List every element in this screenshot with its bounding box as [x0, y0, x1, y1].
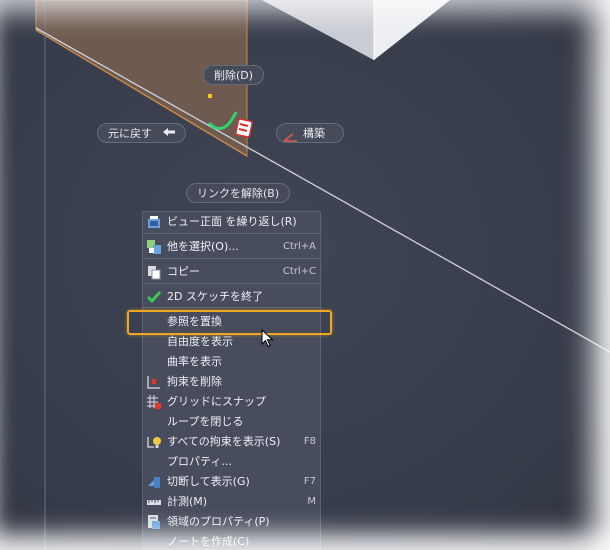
menu-item-label: グリッドにスナップ: [167, 395, 266, 408]
sketch-line[interactable]: [35, 27, 610, 353]
menu-separator: [143, 258, 320, 259]
menu-item-shortcut: Ctrl+C: [282, 266, 316, 277]
menu-item-7[interactable]: 曲率を表示: [143, 352, 320, 372]
menu-item-1[interactable]: ビュー正面 を繰り返し(R): [143, 212, 320, 232]
tangent-constraint-icon[interactable]: [235, 118, 253, 138]
menu-item-label: 自由度を表示: [167, 335, 233, 348]
menu-item-label: すべての拘束を表示(S): [167, 435, 281, 448]
menu-item-15[interactable]: 領域のプロパティ(P): [143, 512, 320, 532]
menu-item-label: 計測(M): [167, 495, 208, 508]
context-menu: ビュー正面 を繰り返し(R) 他を選択(O)... Ctrl+A コピー Ctrl+C 2…: [142, 211, 321, 550]
sketch-point[interactable]: [208, 94, 212, 98]
menu-item-13[interactable]: 切断して表示(G) F7: [143, 472, 320, 492]
copy-icon: [146, 264, 162, 280]
menu-item-label: 拘束を削除: [167, 375, 222, 388]
menu-item-12[interactable]: プロパティ...: [143, 452, 320, 472]
menu-separator: [143, 283, 320, 284]
menu-item-11[interactable]: すべての拘束を表示(S) F8: [143, 432, 320, 452]
constrain-marker[interactable]: 構築: [276, 123, 344, 143]
graphics-viewport[interactable]: 削除(D) 元に戻す 構築 リンクを解除(B) ビュー正面 を繰り返し(R) 他を…: [0, 0, 610, 550]
menu-item-label: 切断して表示(G): [167, 475, 250, 488]
delete-marker[interactable]: 削除(D): [203, 65, 265, 85]
menu-item-label: コピー: [167, 265, 200, 278]
show-constraints-icon: [146, 434, 162, 450]
dimension-icon: [283, 129, 299, 149]
menu-item-14[interactable]: 計測(M) M: [143, 492, 320, 512]
menu-item-shortcut: F7: [303, 476, 316, 487]
undo-marker[interactable]: 元に戻す: [97, 123, 186, 143]
constrain-label: 構築: [303, 127, 325, 140]
menu-item-label: プロパティ...: [167, 455, 232, 468]
menu-item-label: ビュー正面 を繰り返し(R): [167, 215, 297, 228]
menu-item-label: 領域のプロパティ(P): [167, 515, 270, 528]
grid-snap-icon: [146, 394, 162, 410]
delete-label: 削除(D): [214, 69, 254, 82]
menu-item-9[interactable]: グリッドにスナップ: [143, 392, 320, 412]
unlink-label: リンクを解除(B): [197, 187, 280, 200]
view-face-icon: [146, 214, 162, 230]
measure-icon: [146, 494, 162, 510]
box-front-face: [262, 0, 374, 60]
unlink-marker[interactable]: リンクを解除(B): [186, 183, 291, 203]
box-side-face: [374, 0, 450, 60]
checkmark-icon: [146, 289, 162, 305]
undo-arrow-icon: [162, 124, 176, 144]
undo-label: 元に戻す: [108, 127, 152, 140]
highlight-box: [127, 310, 332, 335]
menu-item-shortcut: M: [307, 496, 316, 507]
menu-item-label: 2D スケッチを終了: [167, 290, 263, 303]
menu-item-shortcut: Ctrl+A: [282, 241, 316, 252]
menu-separator: [143, 233, 320, 234]
menu-item-2[interactable]: 他を選択(O)... Ctrl+A: [143, 237, 320, 257]
slice-graphics-icon: [146, 474, 162, 490]
menu-item-3[interactable]: コピー Ctrl+C: [143, 262, 320, 282]
menu-item-label: 他を選択(O)...: [167, 240, 239, 253]
menu-item-label: ループを閉じる: [167, 415, 244, 428]
region-properties-icon: [146, 514, 162, 530]
menu-item-10[interactable]: ループを閉じる: [143, 412, 320, 432]
menu-separator: [143, 307, 320, 308]
menu-item-4[interactable]: 2D スケッチを終了: [143, 287, 320, 307]
menu-item-label: 曲率を表示: [167, 355, 222, 368]
mouse-cursor-icon: [261, 328, 275, 353]
menu-item-label: ノートを作成(C): [167, 535, 250, 548]
menu-item-16[interactable]: ノートを作成(C): [143, 532, 320, 550]
menu-item-shortcut: F8: [303, 436, 316, 447]
delete-constraint-icon: [146, 374, 162, 390]
menu-item-8[interactable]: 拘束を削除: [143, 372, 320, 392]
select-other-icon: [146, 239, 162, 255]
menu-item-6[interactable]: 自由度を表示: [143, 332, 320, 352]
